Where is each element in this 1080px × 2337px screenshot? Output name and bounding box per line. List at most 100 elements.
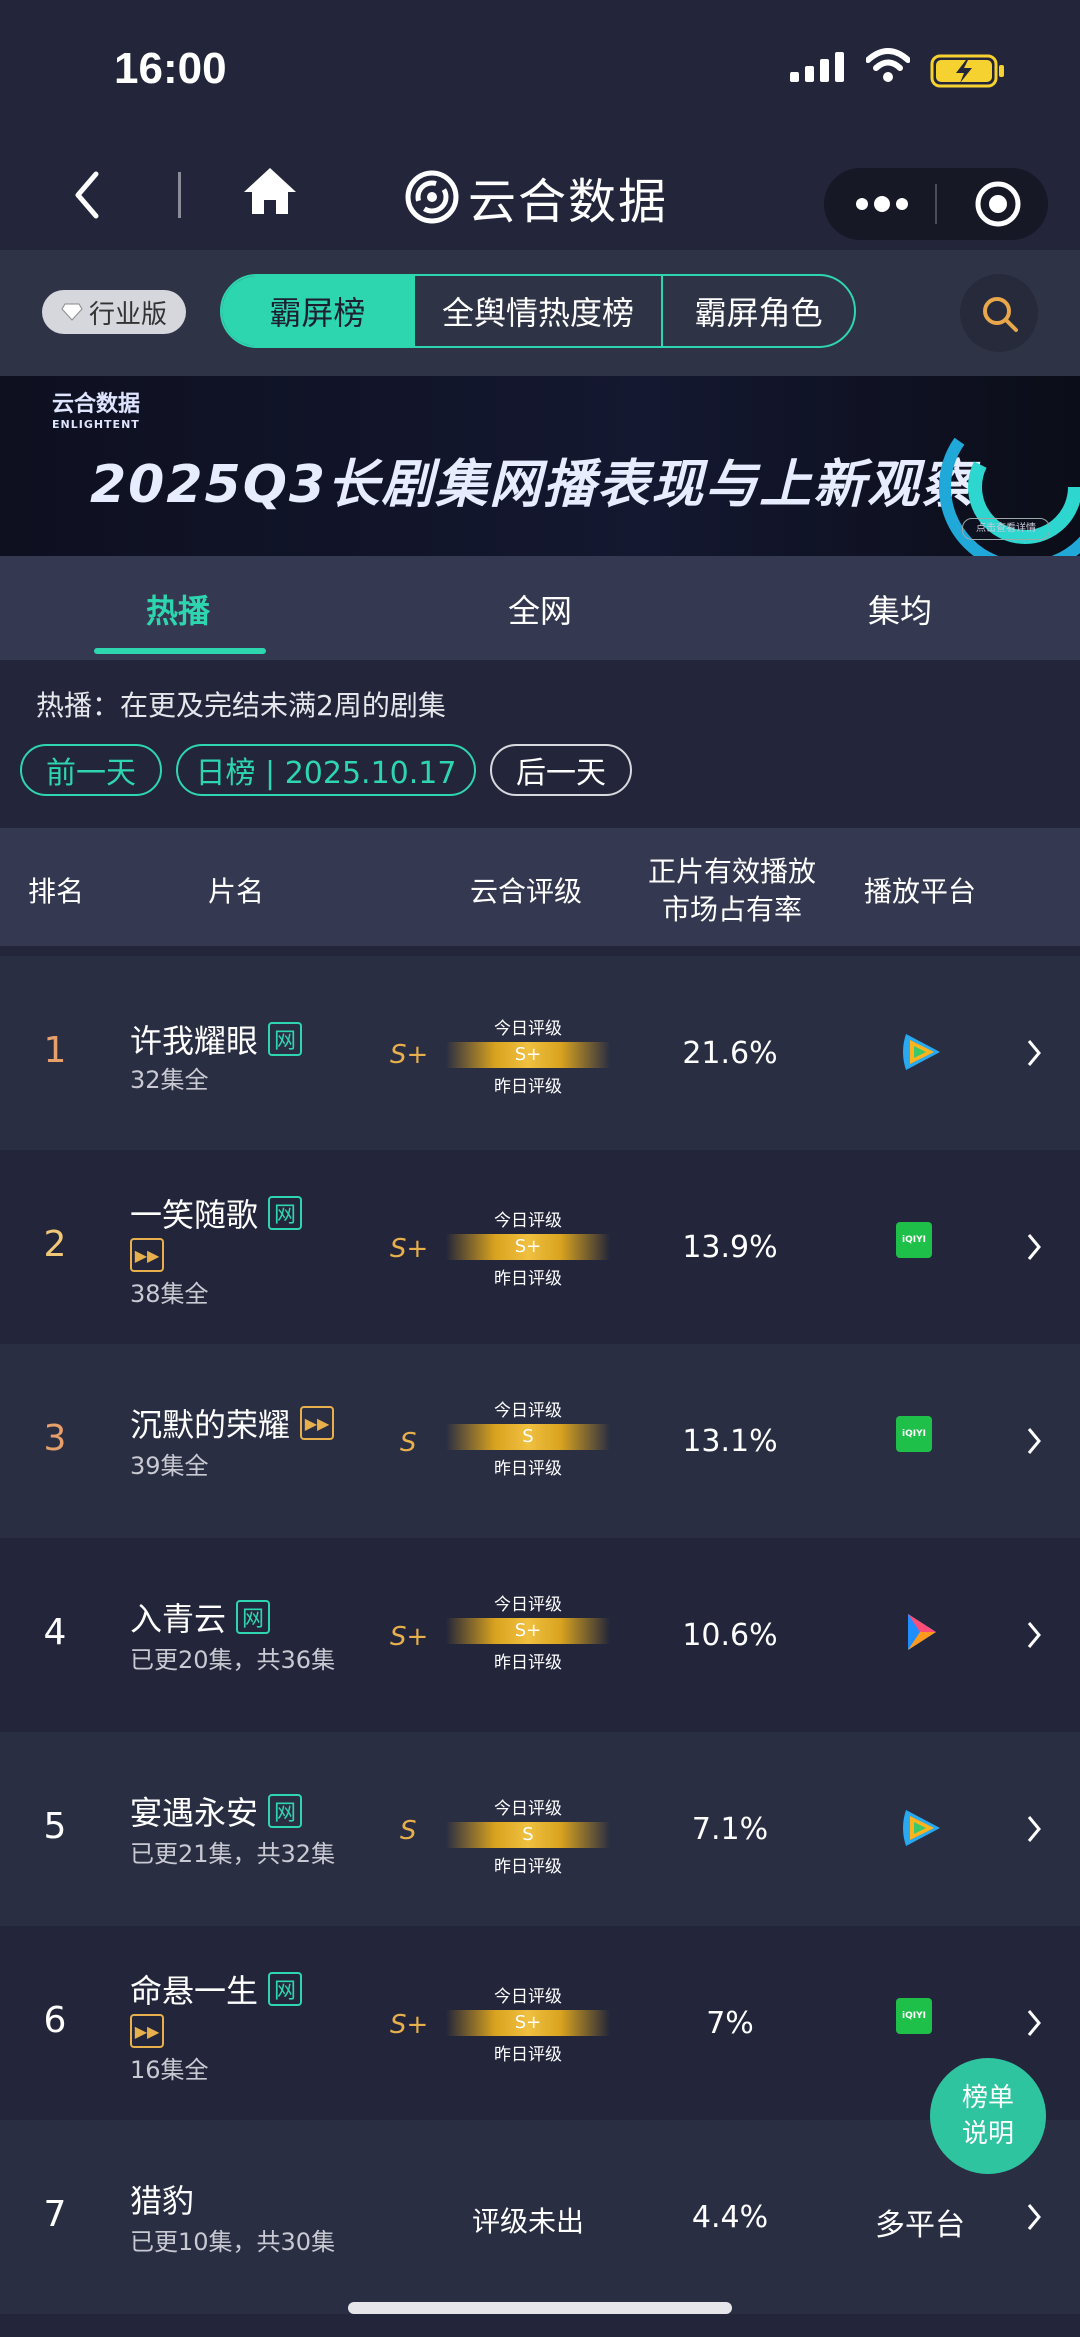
episode-info: 39集全 xyxy=(130,1452,209,1480)
tab-all-network[interactable]: 全网 xyxy=(508,586,572,632)
header-share-line2: 市场占有率 xyxy=(662,893,803,926)
drama-title: 沉默的荣耀 ▶▶ xyxy=(130,1400,335,1446)
market-share: 21.6% xyxy=(682,1036,778,1071)
app-brand: 云合数据 xyxy=(404,162,668,232)
more-icon[interactable] xyxy=(854,190,910,218)
episode-info: 32集全 xyxy=(130,1066,209,1094)
market-share: 7% xyxy=(706,2006,754,2041)
fast-forward-icon: ▶▶ xyxy=(130,1238,164,1272)
board-segmented-control: 霸屏榜 全舆情热度榜 霸屏角色 xyxy=(220,274,856,348)
diamond-icon xyxy=(61,303,83,321)
drama-title: 宴遇永安 网 xyxy=(130,1788,303,1834)
web-drama-tag: 网 xyxy=(268,1794,303,1828)
signal-icon xyxy=(790,52,844,82)
market-share: 7.1% xyxy=(691,1812,769,1847)
status-time: 16:00 xyxy=(114,44,227,93)
tab-hot[interactable]: 热播 xyxy=(146,586,210,632)
web-drama-tag: 网 xyxy=(268,1022,303,1056)
search-icon xyxy=(983,297,1018,332)
rank-number: 2 xyxy=(43,1224,67,1265)
grade-value: S+ xyxy=(390,1622,429,1652)
rank-number: 5 xyxy=(43,1806,67,1847)
chevron-right-icon[interactable] xyxy=(1026,1232,1042,1262)
web-drama-tag: 网 xyxy=(268,1196,303,1230)
table-row[interactable]: 1 许我耀眼 网 32集全 S+ 今日评级 S+ 昨日评级 21.6% xyxy=(0,956,1080,1150)
drama-title: 命悬一生 网 xyxy=(130,1966,303,2012)
ranking-explanation-button[interactable]: 榜单 说明 xyxy=(930,2058,1046,2174)
drama-title: 一笑随歌 网 xyxy=(130,1190,303,1236)
report-banner[interactable]: 云合数据 ENLIGHTENT 2025Q3长剧集网播表现与上新观察 点击查看详… xyxy=(0,376,1080,556)
badge-label: 行业版 xyxy=(88,299,167,330)
nav-bar: 云合数据 xyxy=(0,140,1080,250)
grade-value: S xyxy=(400,1816,417,1846)
table-row[interactable]: 6 命悬一生 网 ▶▶ 16集全 S+ 今日评级 S+ 昨日评级 7% iQIY… xyxy=(0,1926,1080,2120)
grade-value: S+ xyxy=(390,2010,429,2040)
episode-info: 已更10集，共30集 xyxy=(130,2228,336,2256)
tab-underline xyxy=(94,648,266,654)
rank-number: 4 xyxy=(43,1612,67,1653)
drama-tag-line: ▶▶ xyxy=(130,1238,164,1272)
grade-value: S+ xyxy=(390,1234,429,1264)
chevron-right-icon[interactable] xyxy=(1026,2008,1042,2038)
table-header: 排名 片名 云合评级 正片有效播放 市场占有率 播放平台 xyxy=(0,828,1080,946)
grade-value: S xyxy=(400,1428,417,1458)
next-day-button[interactable]: 后一天 xyxy=(490,744,632,796)
web-drama-tag: 网 xyxy=(236,1600,271,1634)
drama-title: 入青云 网 xyxy=(130,1594,271,1640)
app-title: 云合数据 xyxy=(468,174,669,230)
tencent-video-icon xyxy=(903,1034,940,1070)
mini-program-capsule xyxy=(824,168,1048,240)
iqiyi-icon: iQIYI xyxy=(896,1222,932,1258)
industry-edition-badge[interactable]: 行业版 xyxy=(42,290,186,334)
search-button[interactable] xyxy=(960,274,1038,352)
platform-multi: 多平台 xyxy=(875,2208,965,2243)
web-drama-tag: 网 xyxy=(268,1972,303,2006)
youku-icon xyxy=(908,1614,936,1650)
fast-forward-icon: ▶▶ xyxy=(130,2014,164,2048)
close-miniprogram-icon[interactable] xyxy=(974,180,1022,228)
nav-divider xyxy=(178,172,181,218)
home-indicator[interactable] xyxy=(348,2302,732,2314)
segment-dominant-role[interactable]: 霸屏角色 xyxy=(663,276,854,346)
fast-forward-icon: ▶▶ xyxy=(300,1406,335,1440)
grade-value: S+ xyxy=(390,1040,429,1070)
chevron-right-icon[interactable] xyxy=(1026,1814,1042,1844)
home-icon[interactable] xyxy=(242,166,298,216)
segment-dominant-board[interactable]: 霸屏榜 xyxy=(222,276,415,346)
drama-tag-line: ▶▶ xyxy=(130,2014,164,2048)
chevron-right-icon[interactable] xyxy=(1026,1620,1042,1650)
drama-title: 猎豹 xyxy=(130,2182,195,2220)
back-arrow-icon[interactable] xyxy=(72,170,102,220)
iqiyi-icon: iQIYI xyxy=(896,1416,932,1452)
iqiyi-icon: iQIYI xyxy=(896,1998,932,2034)
episode-info: 已更21集，共32集 xyxy=(130,1840,336,1868)
banner-title: 2025Q3长剧集网播表现与上新观察 xyxy=(90,455,976,515)
chevron-right-icon[interactable] xyxy=(1026,1426,1042,1456)
prev-day-button[interactable]: 前一天 xyxy=(20,744,162,796)
battery-icon xyxy=(930,54,1004,88)
table-row[interactable]: 5 宴遇永安 网 已更21集，共32集 S 今日评级 S 昨日评级 7.1% xyxy=(0,1732,1080,1926)
episode-info: 16集全 xyxy=(130,2056,209,2084)
current-date-button[interactable]: 日榜 | 2025.10.17 xyxy=(176,744,476,796)
rank-number: 6 xyxy=(43,2000,67,2041)
hot-definition-note: 热播：在更及完结未满2周的剧集 xyxy=(36,689,446,722)
capsule-divider xyxy=(935,184,937,224)
header-name: 片名 xyxy=(208,875,265,908)
table-row[interactable]: 7 猎豹 已更10集，共30集 评级未出 4.4% 多平台 xyxy=(0,2120,1080,2314)
app-logo-icon xyxy=(405,170,459,224)
table-row[interactable]: 4 入青云 网 已更20集，共36集 S+ 今日评级 S+ 昨日评级 10.6% xyxy=(0,1538,1080,1732)
banner-logo: 云合数据 ENLIGHTENT xyxy=(52,392,141,431)
banner-detail-button[interactable]: 点击查看详情 xyxy=(962,518,1050,540)
chevron-right-icon[interactable] xyxy=(1026,2202,1042,2232)
segment-public-opinion-board[interactable]: 全舆情热度榜 xyxy=(415,276,664,346)
tab-per-episode[interactable]: 集均 xyxy=(868,586,932,632)
table-row[interactable]: 3 沉默的荣耀 ▶▶ 39集全 S 今日评级 S 昨日评级 13.1% iQIY… xyxy=(0,1344,1080,1538)
table-row[interactable]: 2 一笑随歌 网 ▶▶ 38集全 S+ 今日评级 S+ 昨日评级 13.9% i… xyxy=(0,1150,1080,1344)
header-grade: 云合评级 xyxy=(470,875,583,908)
rank-number: 1 xyxy=(43,1030,67,1071)
status-bar: 16:00 xyxy=(0,0,1080,140)
episode-info: 38集全 xyxy=(130,1280,209,1308)
market-share: 13.9% xyxy=(682,1230,778,1265)
rank-number: 3 xyxy=(43,1418,67,1459)
chevron-right-icon[interactable] xyxy=(1026,1038,1042,1068)
